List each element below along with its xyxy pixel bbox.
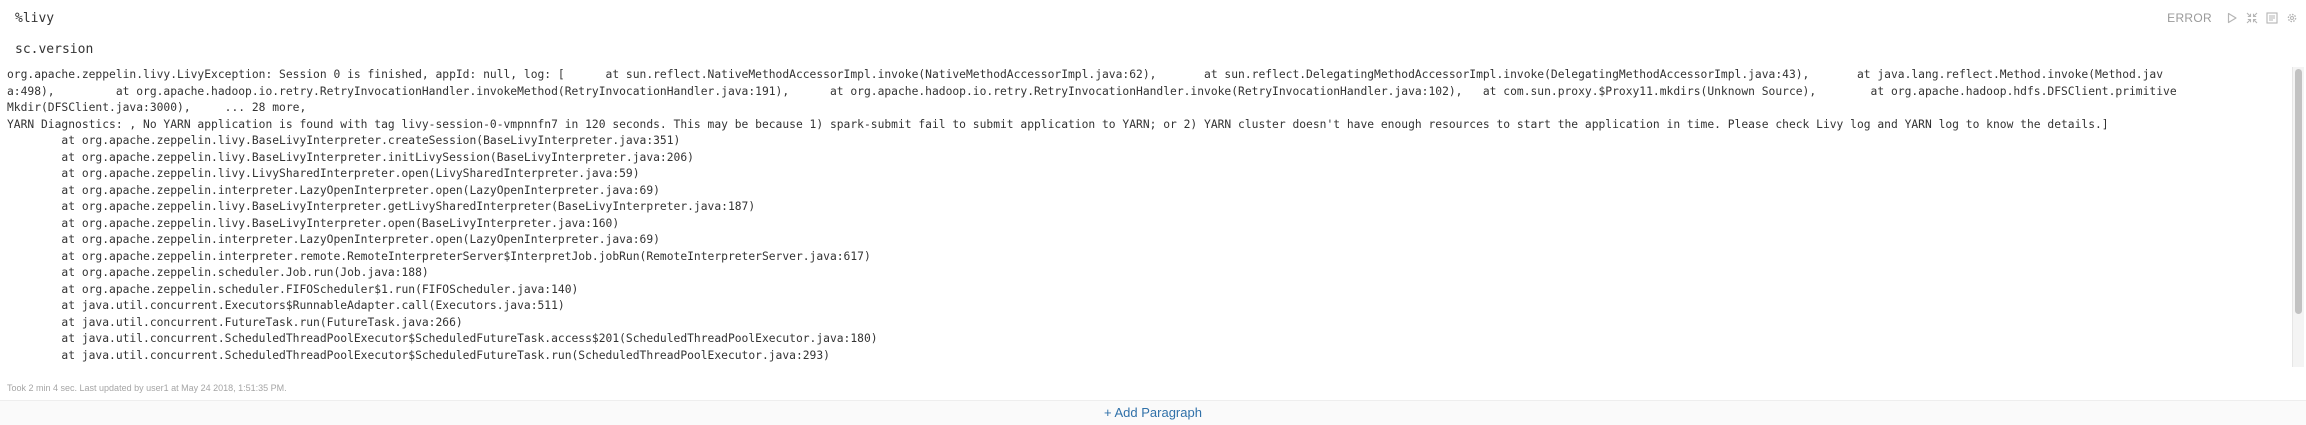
hide-editor-icon[interactable] bbox=[2246, 12, 2258, 24]
output-scrollbar[interactable] bbox=[2292, 67, 2304, 367]
output-line: at org.apache.zeppelin.livy.BaseLivyInte… bbox=[7, 134, 681, 147]
settings-icon[interactable] bbox=[2286, 12, 2298, 24]
output-line: at org.apache.zeppelin.livy.BaseLivyInte… bbox=[7, 150, 694, 164]
add-paragraph-button[interactable]: + Add Paragraph bbox=[0, 405, 2306, 420]
output-line: at java.util.concurrent.FutureTask.run(F… bbox=[7, 315, 463, 329]
status-badge: ERROR bbox=[2167, 11, 2212, 25]
output-line: at java.util.concurrent.ScheduledThreadP… bbox=[7, 348, 830, 362]
output-line: at java.util.concurrent.ScheduledThreadP… bbox=[7, 332, 878, 345]
code-editor[interactable]: %livy sc.version bbox=[8, 6, 2178, 64]
output-line: at org.apache.zeppelin.interpreter.remot… bbox=[7, 249, 871, 263]
code-line[interactable]: %livy bbox=[15, 11, 54, 27]
notebook-paragraph: %livy sc.version ERROR org.apache.zeppel… bbox=[0, 0, 2306, 393]
output-line: YARN Diagnostics: , No YARN application … bbox=[7, 117, 2109, 131]
run-icon[interactable] bbox=[2226, 12, 2238, 24]
output-line: at org.apache.zeppelin.scheduler.Job.run… bbox=[7, 266, 429, 279]
output-line: at org.apache.zeppelin.livy.BaseLivyInte… bbox=[7, 200, 756, 213]
output-line: at org.apache.zeppelin.livy.BaseLivyInte… bbox=[7, 216, 620, 230]
scrollbar-thumb[interactable] bbox=[2295, 69, 2302, 314]
paragraph-output[interactable]: org.apache.zeppelin.livy.LivyException: … bbox=[0, 67, 2290, 367]
output-line: at org.apache.zeppelin.interpreter.LazyO… bbox=[7, 233, 660, 246]
paragraph-footer: Took 2 min 4 sec. Last updated by user1 … bbox=[7, 383, 287, 393]
output-line: at org.apache.zeppelin.interpreter.LazyO… bbox=[7, 183, 660, 197]
add-paragraph-bar: + Add Paragraph bbox=[0, 400, 2306, 425]
output-line: at org.apache.zeppelin.scheduler.FIFOSch… bbox=[7, 282, 579, 296]
output-line: a:498), at org.apache.hadoop.io.retry.Re… bbox=[7, 84, 2177, 98]
output-line: org.apache.zeppelin.livy.LivyException: … bbox=[7, 68, 2164, 81]
output-toggle-icon[interactable] bbox=[2266, 12, 2278, 24]
error-output-text: org.apache.zeppelin.livy.LivyException: … bbox=[0, 67, 2290, 364]
output-line: Mkdir(DFSClient.java:3000), ... 28 more, bbox=[7, 101, 307, 114]
output-line: at org.apache.zeppelin.livy.LivySharedIn… bbox=[7, 167, 640, 180]
code-line[interactable]: sc.version bbox=[15, 42, 93, 58]
paragraph-controls: ERROR bbox=[2167, 10, 2298, 26]
output-line: at java.util.concurrent.Executors$Runnab… bbox=[7, 299, 565, 312]
